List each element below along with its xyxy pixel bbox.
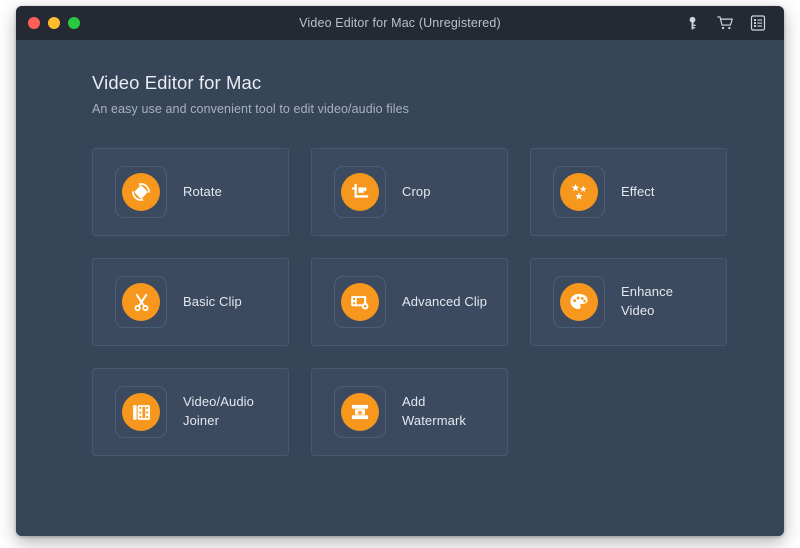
feature-card-rotate[interactable]: Rotate [92,148,289,236]
feature-grid: Rotate Crop Effect Basic Clip Advanced C… [16,116,784,456]
close-window-button[interactable] [28,17,40,29]
icon-tile [115,166,167,218]
icon-tile [334,276,386,328]
feature-card-crop[interactable]: Crop [311,148,508,236]
icon-tile [334,166,386,218]
feature-card-advanced-clip[interactable]: Advanced Clip [311,258,508,346]
feature-card-joiner[interactable]: Video/Audio Joiner [92,368,289,456]
key-icon[interactable] [682,13,702,33]
feature-label: Enhance Video [621,284,674,318]
icon-tile [553,276,605,328]
palette-icon [560,283,598,321]
maximize-window-button[interactable] [68,17,80,29]
icon-tile [553,166,605,218]
feature-card-enhance-video[interactable]: Enhance Video [530,258,727,346]
main-content: Video Editor for Mac An easy use and con… [16,40,784,536]
cart-icon[interactable] [715,13,735,33]
header-block: Video Editor for Mac An easy use and con… [16,40,784,116]
feature-card-basic-clip[interactable]: Basic Clip [92,258,289,346]
icon-tile [334,386,386,438]
watermark-icon [341,393,379,431]
feature-card-effect[interactable]: Effect [530,148,727,236]
film-strip-icon [122,393,160,431]
titlebar-actions [682,13,784,33]
traffic-lights [16,17,80,29]
menu-icon[interactable] [748,13,768,33]
window-title: Video Editor for Mac (Unregistered) [299,16,501,30]
icon-tile [115,276,167,328]
advanced-clip-icon [341,283,379,321]
feature-card-watermark[interactable]: Add Watermark [311,368,508,456]
stars-icon [560,173,598,211]
scissors-icon [122,283,160,321]
page-subtitle: An easy use and convenient tool to edit … [92,102,410,116]
feature-label: Add Watermark [402,394,466,428]
feature-label: Effect [621,183,655,199]
titlebar[interactable]: Video Editor for Mac (Unregistered) [16,6,784,40]
minimize-window-button[interactable] [48,17,60,29]
feature-label: Advanced Clip [402,293,488,309]
feature-label: Rotate [183,183,222,199]
page-title: Video Editor for Mac [92,72,262,93]
feature-label: Crop [402,183,431,199]
feature-label: Basic Clip [183,293,242,309]
app-window: Video Editor for Mac (Unregistered) Vide… [16,6,784,536]
rotate-icon [122,173,160,211]
icon-tile [115,386,167,438]
feature-label: Video/Audio Joiner [183,394,254,428]
crop-icon [341,173,379,211]
